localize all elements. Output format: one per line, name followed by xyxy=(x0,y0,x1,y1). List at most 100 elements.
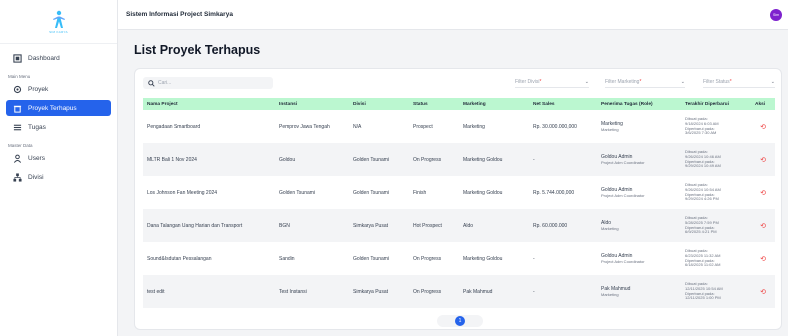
chevron-down-icon: ⌄ xyxy=(584,79,589,85)
project-name: MLTR Bali 1 Nov 2024 xyxy=(147,156,197,163)
page-1-button[interactable]: 1 xyxy=(455,316,465,326)
app-logo[interactable]: SIM KARYA xyxy=(0,0,117,44)
assignee: Goldou Admin Project Adm Coordinator xyxy=(597,176,681,209)
sidebar-item-label: Proyek xyxy=(28,85,49,93)
marketing: Marketing xyxy=(463,123,485,130)
status: On Progress xyxy=(413,288,442,295)
top-bar: Sistem Informasi Project Simkarya Sim xyxy=(118,0,788,30)
table-row: Dana Talangan Uang Harian dan Transport … xyxy=(143,209,775,242)
sidebar-item-divisi[interactable]: Divisi xyxy=(6,169,111,185)
sidebar-item-tugas[interactable]: Tugas xyxy=(6,119,111,135)
master-data-section-label: Master Data xyxy=(8,143,33,148)
assignee-role: Project Adm Coordinator xyxy=(601,193,645,198)
marketing: Marketing Goldou xyxy=(463,156,503,163)
status: On Progress xyxy=(413,255,442,262)
table-row: Pengadaan Smartboard Pemprov Jawa Tengah… xyxy=(143,110,775,143)
restore-icon[interactable]: ⟲ xyxy=(751,110,775,143)
net-sales: - xyxy=(533,255,535,262)
last-updated: Dibuat pada: 9/18/2024 6:03 AM Diperbarui … xyxy=(681,110,751,143)
institution: Pemprov Jawa Tengah xyxy=(279,123,330,130)
updated-value: 9/29/2024 10:49 AM xyxy=(685,163,721,169)
net-sales: Rp. 30.000.000,000 xyxy=(533,123,577,130)
marketing: Aldo xyxy=(463,222,474,229)
users-icon xyxy=(12,153,22,163)
search-box[interactable] xyxy=(143,77,273,89)
app-title: Sistem Informasi Project Simkarya xyxy=(126,11,233,18)
assignee-role: Marketing xyxy=(601,292,619,297)
chevron-down-icon: ⌄ xyxy=(680,79,685,85)
division: N/A xyxy=(353,123,362,130)
user-avatar[interactable]: Sim xyxy=(770,8,782,21)
status: On Progress xyxy=(413,156,442,163)
sidebar-item-label: Users xyxy=(28,154,45,162)
last-updated: Dibuat pada: 9/26/2024 10:46 AM Diperbarui… xyxy=(681,143,751,176)
page-title: List Proyek Terhapus xyxy=(134,43,261,57)
column-header[interactable]: Terakhir Diperbarui xyxy=(681,98,751,110)
sidebar-item-users[interactable]: Users xyxy=(6,150,111,166)
pagination: 1 xyxy=(437,315,483,327)
restore-icon[interactable]: ⟲ xyxy=(751,242,775,275)
filter-divisi-select[interactable]: Filter Divisi* ⌄ xyxy=(515,78,589,88)
search-input[interactable] xyxy=(158,80,268,86)
institution: BGN xyxy=(279,222,290,229)
required-mark: * xyxy=(729,79,732,85)
filter-status-label: Filter Status xyxy=(703,79,730,85)
column-header[interactable]: Status xyxy=(409,98,459,110)
assignee: Goldou Admin Project Adm Coordinator xyxy=(597,242,681,275)
restore-icon[interactable]: ⟲ xyxy=(751,209,775,242)
last-updated: Dibuat pada: 6/23/2025 11:32 AM Diperbarui… xyxy=(681,242,751,275)
net-sales: Rp. 5.744.000,000 xyxy=(533,189,575,196)
column-header[interactable]: Divisi xyxy=(349,98,409,110)
logo-icon xyxy=(52,10,65,28)
sidebar: SIM KARYA Dashboard Main Menu Proyek Pro… xyxy=(0,0,118,336)
assignee-role: Project Adm Coordinator xyxy=(601,259,645,264)
filter-status-select[interactable]: Filter Status* ⌄ xyxy=(703,78,775,88)
institution: Sandin xyxy=(279,255,295,262)
restore-icon[interactable]: ⟲ xyxy=(751,143,775,176)
net-sales: - xyxy=(533,156,535,163)
restore-icon[interactable]: ⟲ xyxy=(751,275,775,308)
trash-restore-icon xyxy=(12,103,22,113)
sidebar-item-proyek-terhapus[interactable]: Proyek Terhapus xyxy=(6,100,111,116)
division: Golden Tsunami xyxy=(353,255,390,262)
table-row: Los Johnson Fan Meeting 2024 Golden Tsun… xyxy=(143,176,775,209)
status: Hot Prospect xyxy=(413,222,442,229)
filter-marketing-select[interactable]: Filter Marketing* ⌄ xyxy=(605,78,685,88)
institution: Goldou xyxy=(279,156,296,163)
logo-text: SIM KARYA xyxy=(49,30,68,34)
column-header[interactable]: Net Sales xyxy=(529,98,597,110)
column-header[interactable]: Nama Project xyxy=(143,98,275,110)
dashboard-icon xyxy=(12,53,22,63)
table-row: test edit Test Instansi Simkarya Pusat O… xyxy=(143,275,775,308)
marketing: Marketing Goldou xyxy=(463,255,503,262)
division: Simkarya Pusat xyxy=(353,222,389,229)
marketing: Pak Mahmud xyxy=(463,288,493,295)
net-sales: Rp. 60.000.000 xyxy=(533,222,568,229)
column-header[interactable]: Instansi xyxy=(275,98,349,110)
gear-icon xyxy=(12,84,22,94)
table-row: Sound&Isdutan Pessalangan Sandin Golden … xyxy=(143,242,775,275)
filter-marketing-label: Filter Marketing xyxy=(605,79,640,85)
sidebar-item-proyek[interactable]: Proyek xyxy=(6,81,111,97)
division: Golden Tsunami xyxy=(353,156,390,163)
updated-value: 6/9/2025 4:21 PM xyxy=(685,229,717,235)
sidebar-item-label: Tugas xyxy=(28,123,46,131)
chevron-down-icon: ⌄ xyxy=(770,79,775,85)
updated-value: 9/29/2024 4:26 PM xyxy=(685,196,719,202)
required-mark: * xyxy=(639,79,642,85)
project-name: Los Johnson Fan Meeting 2024 xyxy=(147,189,218,196)
restore-icon[interactable]: ⟲ xyxy=(751,176,775,209)
assignee: Goldou Admin Project Adm Coordinator xyxy=(597,143,681,176)
sidebar-item-label: Divisi xyxy=(28,173,44,181)
sidebar-item-dashboard[interactable]: Dashboard xyxy=(6,50,111,66)
division: Simkarya Pusat xyxy=(353,288,389,295)
assignee: Aldo Marketing xyxy=(597,209,681,242)
assignee: Marketing Marketing xyxy=(597,110,681,143)
sidebar-item-label: Dashboard xyxy=(28,54,60,62)
institution: Golden Tsunami xyxy=(279,189,316,196)
search-icon xyxy=(148,79,155,87)
last-updated: Dibuat pada: 5/28/2025 7:59 PM Diperbarui … xyxy=(681,209,751,242)
column-header[interactable]: Penerima Tugas (Role) xyxy=(597,98,681,110)
division: Golden Tsunami xyxy=(353,189,390,196)
column-header[interactable]: Marketing xyxy=(459,98,529,110)
